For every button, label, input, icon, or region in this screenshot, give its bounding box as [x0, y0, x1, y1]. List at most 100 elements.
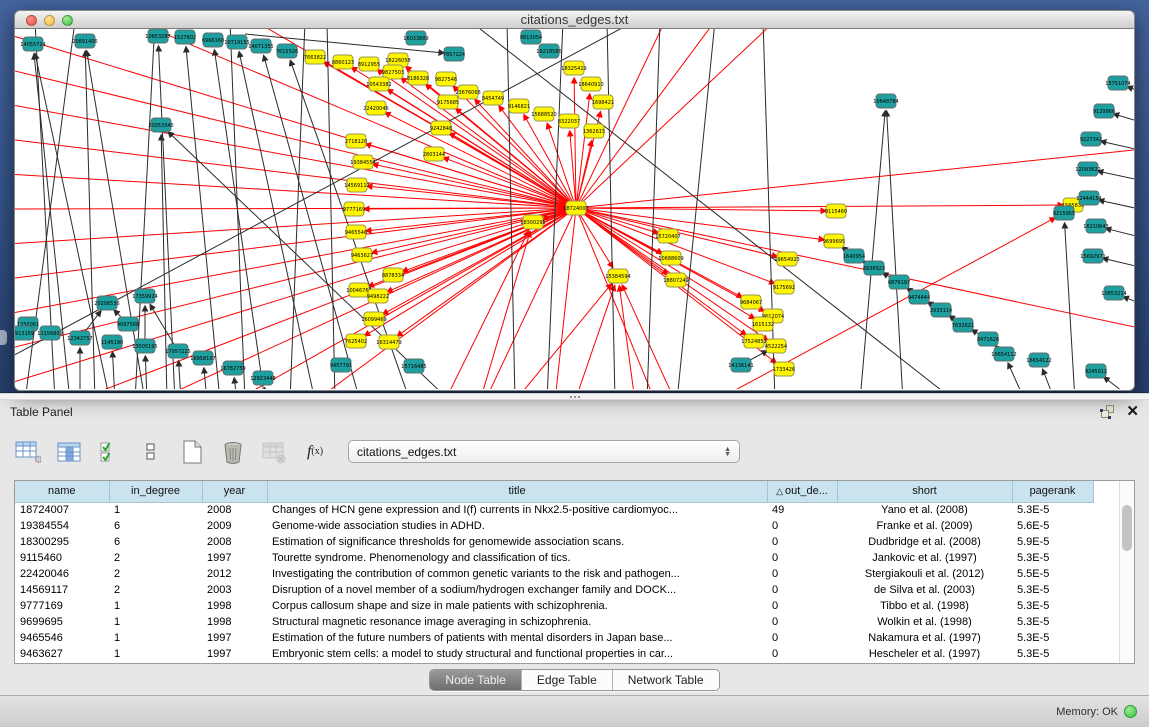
select-all-button[interactable] — [96, 438, 124, 466]
column-header-short[interactable]: short — [837, 481, 1012, 502]
graph-node[interactable]: 19384554 — [350, 155, 375, 169]
graph-edge[interactable] — [15, 174, 576, 208]
table-row[interactable]: 977716911998Corpus callosum shape and si… — [15, 598, 1093, 614]
splitter-grip[interactable] — [569, 395, 582, 399]
graph-node[interactable]: 7615526 — [276, 44, 298, 58]
graph-node[interactable]: 19654923 — [774, 252, 799, 266]
cell-title[interactable]: Estimation of the future numbers of pati… — [267, 630, 767, 646]
graph-node[interactable]: 15720407 — [655, 229, 680, 243]
graph-node[interactable]: 19218586 — [536, 44, 561, 58]
graph-node[interactable]: 9175685 — [437, 95, 459, 109]
graph-node[interactable]: 16099469 — [361, 312, 386, 326]
graph-node[interactable]: 12923448 — [250, 371, 275, 385]
graph-node[interactable]: 20891406 — [72, 34, 97, 48]
row-height-button[interactable] — [137, 438, 165, 466]
graph-node[interactable]: 8471626 — [977, 332, 999, 346]
graph-node[interactable]: 18640910 — [578, 77, 603, 91]
tab-node-table[interactable]: Node Table — [430, 670, 522, 690]
graph-node[interactable]: 12093822 — [1075, 162, 1100, 176]
cell-year[interactable]: 2012 — [202, 566, 267, 582]
cell-name[interactable]: 9777169 — [15, 598, 109, 614]
cell-title[interactable]: Changes of HCN gene expression and I(f) … — [267, 502, 767, 518]
graph-node[interactable]: 6966160 — [202, 33, 224, 47]
graph-edge[interactable] — [576, 29, 715, 208]
graph-node[interactable]: 15716485 — [401, 359, 426, 373]
graph-node[interactable]: 4522254 — [765, 339, 787, 353]
cell-year[interactable]: 2008 — [202, 534, 267, 550]
graph-node[interactable]: 2718120 — [345, 134, 367, 148]
graph-edge[interactable] — [576, 208, 826, 211]
table-row[interactable]: 1830029562008Estimation of significance … — [15, 534, 1093, 550]
cell-in_degree[interactable]: 1 — [109, 646, 202, 662]
graph-edge[interactable] — [1114, 114, 1134, 123]
graph-node[interactable]: 1615132 — [752, 317, 774, 331]
graph-node[interactable]: 17957225 — [165, 344, 190, 358]
cell-pagerank[interactable]: 5.6E-5 — [1012, 518, 1093, 534]
cell-name[interactable]: 9463627 — [15, 646, 109, 662]
cell-short[interactable]: Stergiakouli et al. (2012) — [837, 566, 1012, 582]
graph-edge[interactable] — [234, 378, 237, 389]
show-columns-button[interactable] — [55, 438, 83, 466]
network-window-titlebar[interactable]: citations_edges.txt — [14, 10, 1135, 29]
cell-title[interactable]: Genome-wide association studies in ADHD. — [267, 518, 767, 534]
table-row[interactable]: 946362711997Embryonic stem cells: a mode… — [15, 646, 1093, 662]
graph-node[interactable]: 9115460 — [825, 204, 847, 218]
table-row[interactable]: 946554611997Estimation of the future num… — [15, 630, 1093, 646]
cell-short[interactable]: Nakamura et al. (1997) — [837, 630, 1012, 646]
graph-edge[interactable] — [1104, 377, 1134, 389]
graph-edge[interactable] — [576, 29, 665, 208]
graph-node[interactable]: 16782759 — [220, 361, 245, 375]
graph-node[interactable]: 1527602 — [174, 30, 196, 44]
table-row[interactable]: 969969511998Structural magnetic resonanc… — [15, 614, 1093, 630]
graph-node[interactable]: 8186328 — [407, 71, 429, 85]
cell-name[interactable]: 22420046 — [15, 566, 109, 582]
cell-name[interactable]: 18724007 — [15, 502, 109, 518]
cell-short[interactable]: Jankovic et al. (1997) — [837, 550, 1012, 566]
graph-node[interactable]: 10688609 — [658, 251, 683, 265]
graph-node[interactable]: 9242848 — [430, 121, 452, 135]
graph-node[interactable]: 16958107 — [190, 351, 215, 365]
graph-edge[interactable] — [113, 352, 115, 389]
cell-out_degree[interactable]: 0 — [767, 598, 837, 614]
graph-edge[interactable] — [145, 356, 147, 389]
cell-in_degree[interactable]: 1 — [109, 502, 202, 518]
cell-in_degree[interactable]: 1 — [109, 630, 202, 646]
cell-pagerank[interactable]: 5.5E-5 — [1012, 566, 1093, 582]
graph-node[interactable]: 22420046 — [363, 101, 388, 115]
cell-pagerank[interactable]: 5.3E-5 — [1012, 646, 1093, 662]
graph-edge[interactable] — [576, 149, 1134, 208]
column-header-year[interactable]: year — [202, 481, 267, 502]
graph-node[interactable]: 12444154 — [1076, 191, 1101, 205]
graph-edge[interactable] — [15, 104, 576, 208]
graph-edge[interactable] — [576, 29, 775, 208]
cell-title[interactable]: Tourette syndrome. Phenomenology and cla… — [267, 550, 767, 566]
graph-node[interactable]: 8813054 — [520, 30, 542, 44]
cell-out_degree[interactable]: 0 — [767, 630, 837, 646]
graph-node[interactable]: 7625402 — [345, 334, 367, 348]
graph-edge[interactable] — [576, 208, 775, 283]
graph-edge[interactable] — [576, 205, 1063, 208]
graph-edge[interactable] — [1106, 228, 1134, 238]
function-builder-button[interactable]: f(x) — [301, 438, 329, 466]
graph-node[interactable]: 20206536 — [94, 296, 119, 310]
graph-node[interactable]: 9129966 — [1093, 104, 1115, 118]
cell-short[interactable]: Dudbridge et al. (2008) — [837, 534, 1012, 550]
graph-node[interactable]: 1640954 — [843, 249, 865, 263]
graph-node[interactable]: 18300295 — [520, 215, 545, 229]
graph-node[interactable]: 17524851 — [741, 334, 766, 348]
table-row[interactable]: 1456911722003Disruption of a novel membe… — [15, 582, 1093, 598]
table-row[interactable]: 2242004622012Investigating the contribut… — [15, 566, 1093, 582]
cell-pagerank[interactable]: 5.3E-5 — [1012, 582, 1093, 598]
graph-edge[interactable] — [265, 388, 267, 389]
graph-node[interactable]: 15688520 — [531, 107, 556, 121]
column-header-title[interactable]: title — [267, 481, 767, 502]
cell-name[interactable]: 19384554 — [15, 518, 109, 534]
table-scrollbar-thumb[interactable] — [1122, 505, 1132, 551]
table-mode-button[interactable]: ⚙ — [14, 438, 42, 466]
delete-column-button[interactable] — [219, 438, 247, 466]
cell-year[interactable]: 1997 — [202, 550, 267, 566]
graph-edge[interactable] — [763, 29, 775, 389]
graph-node[interactable]: 16314479 — [376, 335, 401, 349]
graph-node[interactable]: 9227342 — [1080, 132, 1102, 146]
cell-year[interactable]: 1997 — [202, 646, 267, 662]
